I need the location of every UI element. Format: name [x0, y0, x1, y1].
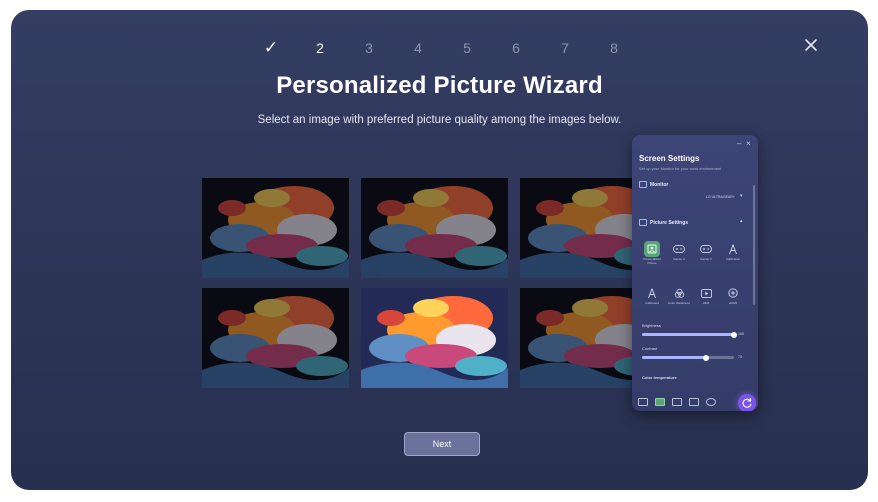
contrast-slider-knob[interactable]: [703, 354, 710, 361]
brightness-slider-knob[interactable]: [731, 331, 737, 338]
picture-icon: [639, 219, 647, 226]
picture-option-1[interactable]: [202, 178, 349, 278]
brightness-slider[interactable]: [642, 331, 737, 338]
minimize-icon[interactable]: –: [737, 139, 741, 148]
step-4: 4: [414, 40, 422, 56]
gamepad-icon: [671, 241, 687, 257]
step-5: 5: [463, 40, 471, 56]
step-7: 7: [561, 40, 569, 56]
mode-gamer-1[interactable]: Gamer 1: [668, 241, 690, 262]
brightness-slider-fill: [642, 333, 734, 336]
picture-option-5[interactable]: [361, 288, 508, 388]
screen-settings-panel: – × Screen Settings Set up your Monitor …: [632, 135, 758, 411]
mode-color-weakness[interactable]: Color Weakness: [668, 285, 690, 306]
wizard-window: ✓ 2 3 4 5 6 7 8 Personalized Picture Wiz…: [11, 10, 868, 490]
person-image-icon: [644, 241, 660, 257]
panel-scrollbar[interactable]: [753, 185, 755, 305]
compass-icon: [725, 241, 741, 257]
step-6: 6: [512, 40, 520, 56]
step-2: 2: [316, 40, 324, 56]
toolbar-multiscreen-icon[interactable]: [689, 398, 699, 406]
monitor-section-header[interactable]: Monitor: [639, 181, 668, 188]
panel-close-icon[interactable]: ×: [746, 139, 751, 148]
mode-gamer-2[interactable]: Gamer 2: [695, 241, 717, 262]
compass-icon: [644, 285, 660, 301]
picture-section-header[interactable]: Picture Settings: [639, 219, 688, 226]
play-icon: [698, 285, 714, 301]
contrast-label: Contrast: [642, 346, 658, 351]
color-temperature-label: Color temperature: [642, 375, 677, 380]
brightness-value: 100: [738, 332, 744, 336]
panel-title: Screen Settings: [639, 154, 700, 163]
chevron-up-icon[interactable]: ▴: [740, 218, 743, 224]
gamepad-icon: [698, 241, 714, 257]
step-8: 8: [610, 40, 618, 56]
picture-option-2[interactable]: [361, 178, 508, 278]
brightness-label: Brightness: [642, 323, 661, 328]
monitor-icon: [639, 181, 647, 188]
plus-circle-icon: [725, 285, 741, 301]
picture-option-4[interactable]: [202, 288, 349, 388]
step-1-done: ✓: [263, 38, 279, 57]
next-button[interactable]: Next: [404, 432, 480, 456]
picture-section-label: Picture Settings: [650, 219, 689, 226]
close-icon[interactable]: [804, 38, 818, 52]
refresh-fab-button[interactable]: [738, 394, 756, 411]
toolbar-display-icon[interactable]: [638, 398, 648, 406]
monitor-select[interactable]: LG ULTRAGEAR+: [706, 195, 735, 199]
mode-personalized-picture[interactable]: Personalized Picture: [641, 241, 663, 265]
mode-calibration[interactable]: Calibration: [722, 241, 744, 262]
contrast-value: 70: [738, 355, 742, 359]
page-subtitle: Select an image with preferred picture q…: [257, 114, 622, 126]
toolbar-picture-icon[interactable]: [655, 398, 665, 406]
refresh-icon: [742, 398, 752, 408]
toolbar-settings-icon[interactable]: [706, 398, 716, 406]
mode-calibrated[interactable]: Calibrated: [641, 285, 663, 306]
step-3: 3: [365, 40, 373, 56]
mode-srgb[interactable]: sRGB: [722, 285, 744, 306]
monitor-section-label: Monitor: [650, 181, 669, 188]
chevron-down-icon[interactable]: ▾: [740, 193, 743, 199]
contrast-slider-fill: [642, 356, 707, 359]
toolbar-layout-icon[interactable]: [672, 398, 682, 406]
mode-hdr[interactable]: HDR: [695, 285, 717, 306]
page-title: Personalized Picture Wizard: [276, 72, 603, 99]
panel-subtitle: Set up your Monitor for your work enviro…: [639, 166, 722, 171]
color-circles-icon: [671, 285, 687, 301]
contrast-slider[interactable]: [642, 354, 734, 361]
